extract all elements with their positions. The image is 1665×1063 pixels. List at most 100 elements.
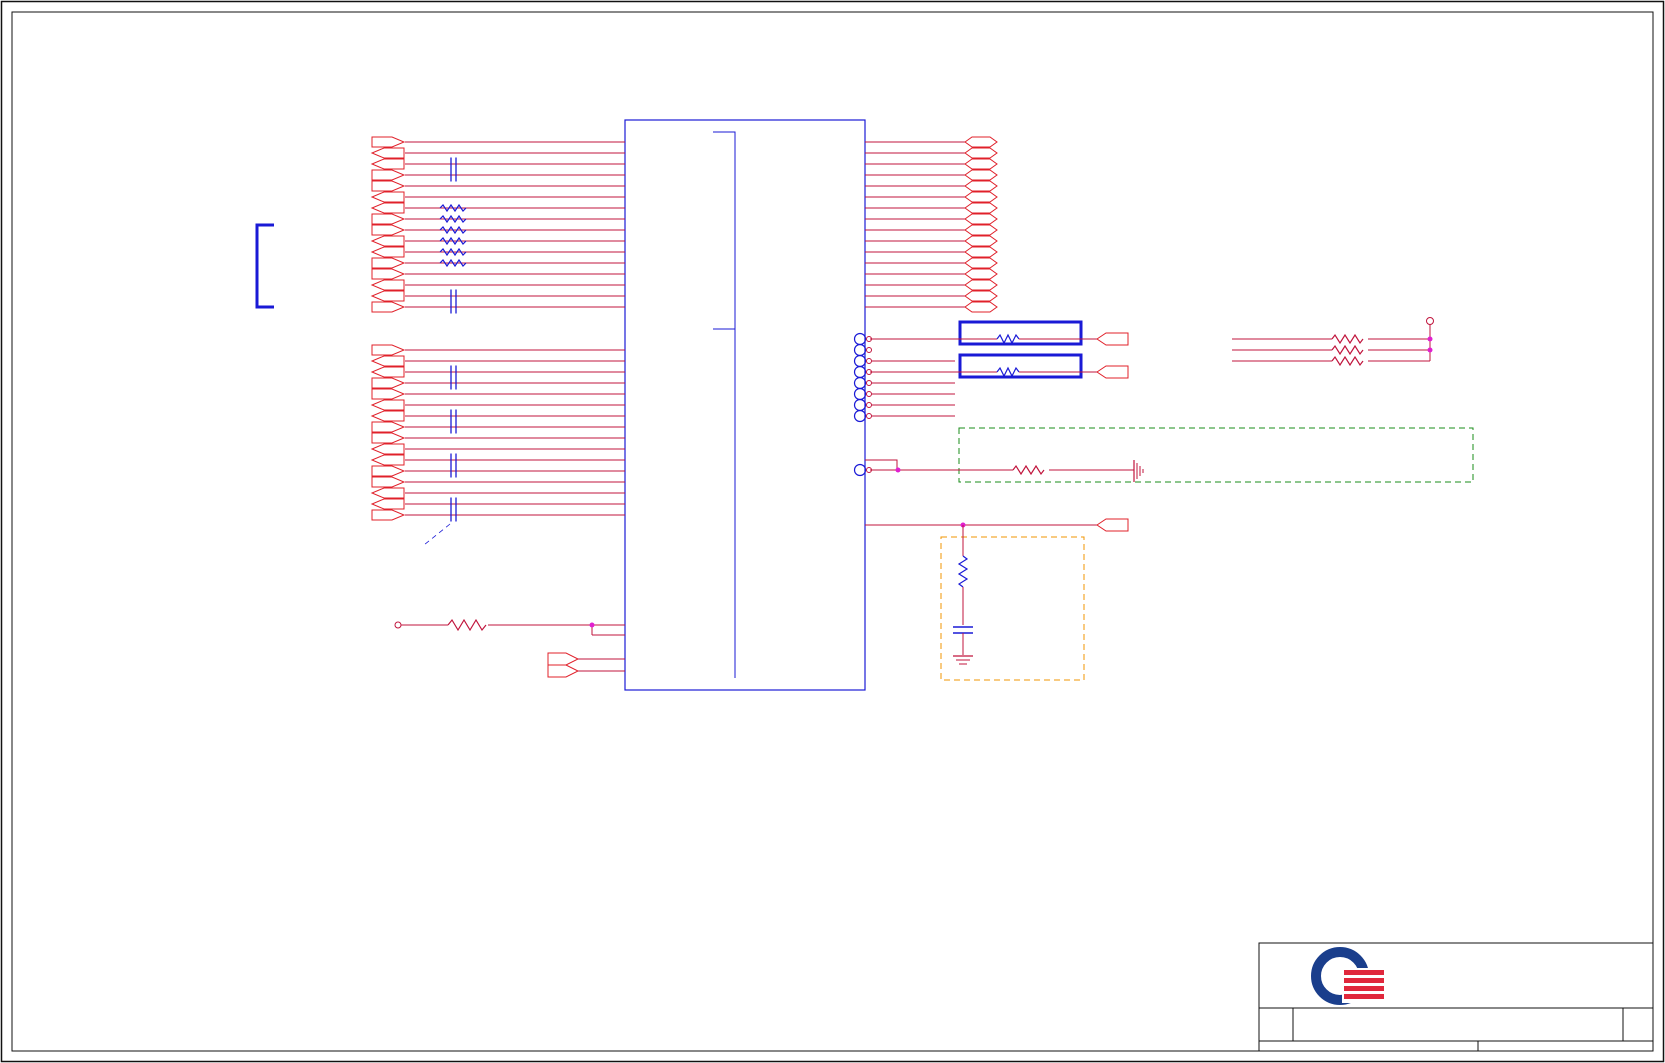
offpage-port-icon[interactable] <box>371 432 406 444</box>
main-ic-body[interactable] <box>624 119 866 691</box>
offpage-port-icon[interactable] <box>371 509 406 521</box>
offpage-port-icon[interactable] <box>370 443 405 455</box>
offpage-port-icon[interactable] <box>370 487 405 499</box>
pin-end-circle <box>866 402 872 408</box>
offpage-port-icon[interactable] <box>370 355 405 367</box>
left-port-group <box>370 136 406 521</box>
connector-pin-icon[interactable] <box>853 365 867 379</box>
offpage-port-icon[interactable] <box>370 246 405 258</box>
offpage-port-icon[interactable] <box>370 410 405 422</box>
bidirectional-port-icon[interactable] <box>964 158 998 170</box>
title-block <box>1258 942 1654 1052</box>
bidirectional-port-icon[interactable] <box>964 191 998 203</box>
offpage-port-icon[interactable] <box>371 224 406 236</box>
offpage-port-icon[interactable] <box>371 465 406 477</box>
green-dashed-box <box>958 427 1474 483</box>
bidirectional-port-icon[interactable] <box>964 213 998 225</box>
bidirectional-port-icon[interactable] <box>964 246 998 258</box>
resistor-icon[interactable] <box>957 555 969 588</box>
junction-dot <box>895 467 901 473</box>
offpage-port-icon[interactable] <box>370 235 405 247</box>
bidirectional-port-icon[interactable] <box>964 301 998 313</box>
offpage-port-icon[interactable] <box>547 664 580 678</box>
left-capacitor-group <box>450 157 457 522</box>
offpage-port-icon[interactable] <box>547 652 580 666</box>
bidirectional-port-icon[interactable] <box>964 180 998 192</box>
bidirectional-port-icon[interactable] <box>964 279 998 291</box>
rc-filter-network <box>865 518 1129 681</box>
offpage-port-icon[interactable] <box>371 257 406 269</box>
offpage-port-icon[interactable] <box>370 399 405 411</box>
right-signal-wires <box>865 141 965 308</box>
bidirectional-port-icon[interactable] <box>964 235 998 247</box>
offpage-port-icon[interactable] <box>1096 332 1129 346</box>
offpage-port-icon[interactable] <box>370 366 405 378</box>
sheet-inner-border <box>11 11 1654 1052</box>
company-logo-icon <box>1311 947 1384 1005</box>
bidirectional-port-icon[interactable] <box>964 147 998 159</box>
offpage-port-icon[interactable] <box>370 158 405 170</box>
connector-pin-group <box>853 332 955 477</box>
bidirectional-port-icon[interactable] <box>964 224 998 236</box>
offpage-port-icon[interactable] <box>371 377 406 389</box>
offpage-port-icon[interactable] <box>370 191 405 203</box>
power-rail-circle[interactable] <box>1426 317 1434 325</box>
connector-pin-icon[interactable] <box>853 376 867 390</box>
offpage-port-icon[interactable] <box>371 344 406 356</box>
junction-dot <box>589 622 595 628</box>
connector-pin-icon[interactable] <box>853 463 867 477</box>
pin-end-circle <box>866 380 872 386</box>
offpage-port-icon[interactable] <box>370 202 405 214</box>
test-point-circle[interactable] <box>394 621 402 629</box>
resistor-icon[interactable] <box>996 333 1020 345</box>
offpage-port-icon[interactable] <box>371 476 406 488</box>
offpage-port-icon[interactable] <box>371 180 406 192</box>
sheet-outer-border <box>0 0 1665 1063</box>
offpage-port-icon[interactable] <box>371 301 406 313</box>
resistor-box-1[interactable] <box>958 320 1083 346</box>
connector-pin-icon[interactable] <box>853 343 867 357</box>
left-signal-wires <box>405 141 625 516</box>
right-port-group <box>964 136 998 313</box>
offpage-port-icon[interactable] <box>370 279 405 291</box>
connector-pin-icon[interactable] <box>853 332 867 346</box>
offpage-port-icon[interactable] <box>371 388 406 400</box>
resistor-icon[interactable] <box>1331 333 1364 345</box>
ground-icon <box>953 655 973 665</box>
offpage-port-icon[interactable] <box>1096 365 1129 379</box>
resistor-icon[interactable] <box>1331 344 1364 356</box>
offpage-port-icon[interactable] <box>371 169 406 181</box>
junction-dot <box>1427 336 1433 342</box>
connector-pin-icon[interactable] <box>853 409 867 423</box>
ic-internal-bracket <box>713 131 736 678</box>
capacitor-icon[interactable] <box>953 626 973 634</box>
bidirectional-port-icon[interactable] <box>964 290 998 302</box>
offpage-port-icon[interactable] <box>1096 518 1129 532</box>
connector-pin-icon[interactable] <box>853 354 867 368</box>
bidirectional-port-icon[interactable] <box>964 257 998 269</box>
resistor-icon[interactable] <box>447 618 487 632</box>
connector-pin-icon[interactable] <box>853 398 867 412</box>
offpage-port-icon[interactable] <box>371 268 406 280</box>
offpage-port-icon[interactable] <box>370 290 405 302</box>
bidirectional-port-icon[interactable] <box>964 268 998 280</box>
resistor-box-2[interactable] <box>958 353 1083 379</box>
resistor-icon[interactable] <box>1331 355 1364 367</box>
offpage-port-icon[interactable] <box>370 147 405 159</box>
optional-ground-resistor <box>865 427 1474 483</box>
offpage-port-icon[interactable] <box>370 498 405 510</box>
leader-dashed-line <box>423 523 451 546</box>
bottom-left-resistor-net <box>394 618 625 636</box>
offpage-port-icon[interactable] <box>371 136 406 148</box>
resistor-icon[interactable] <box>996 366 1020 378</box>
offpage-port-icon[interactable] <box>371 213 406 225</box>
bidirectional-port-icon[interactable] <box>964 136 998 148</box>
offpage-port-icon[interactable] <box>371 421 406 433</box>
offpage-port-icon[interactable] <box>370 454 405 466</box>
bidirectional-port-icon[interactable] <box>964 202 998 214</box>
bidirectional-port-icon[interactable] <box>964 169 998 181</box>
bottom-input-ports <box>547 652 625 678</box>
resistor-icon[interactable] <box>1012 464 1045 476</box>
connector-pin-icon[interactable] <box>853 387 867 401</box>
series-resistor-boxes <box>870 320 1129 379</box>
